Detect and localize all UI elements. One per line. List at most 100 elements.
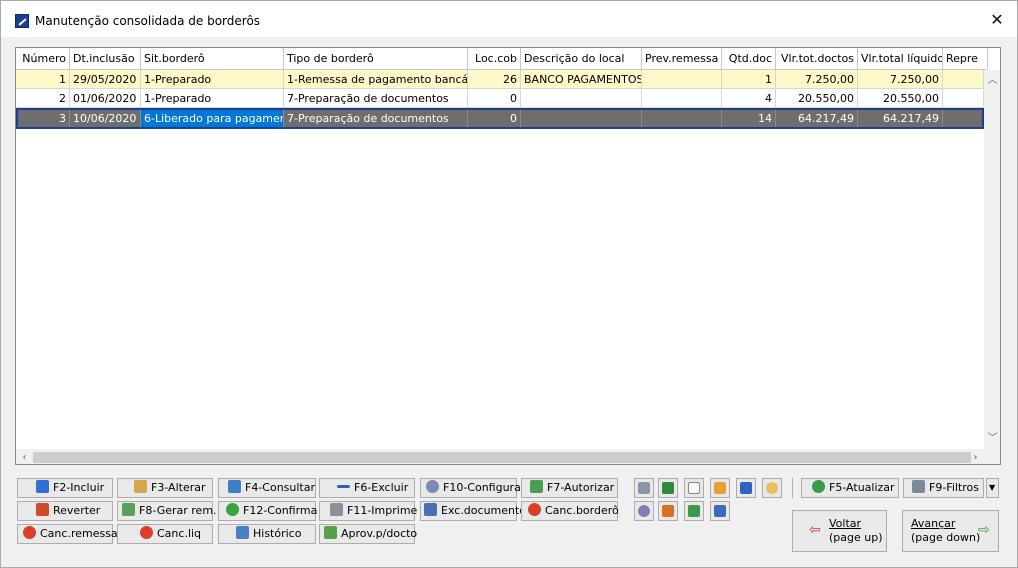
users-icon-button[interactable] <box>658 501 678 521</box>
cell-loc: 0 <box>468 109 521 128</box>
filtros-dropdown-button[interactable]: ▼ <box>986 478 999 498</box>
cancel-icon <box>140 526 153 539</box>
cell-prev <box>642 89 722 108</box>
table-row[interactable]: 2 01/06/2020 1-Preparado 7-Preparação de… <box>16 89 986 108</box>
col-prev-remessa[interactable]: Prev.remessa <box>642 48 722 70</box>
filtros-button[interactable]: F9-Filtros <box>903 478 984 498</box>
col-vlr-total-liquido[interactable]: Vlr.total líquido <box>858 48 943 70</box>
cell-qtd: 1 <box>722 70 776 89</box>
minus-icon <box>337 485 350 488</box>
reverter-button[interactable]: Reverter <box>17 501 113 521</box>
autorizar-button[interactable]: F7-Autorizar <box>521 478 618 498</box>
scroll-up-icon[interactable]: ︿ <box>984 72 1000 89</box>
col-loc-cob[interactable]: Loc.cob <box>468 48 521 70</box>
canc-bordero-button[interactable]: Canc.borderô <box>521 501 619 521</box>
settings-icon-button[interactable] <box>634 501 654 521</box>
cell-vlr-tot: 7.250,00 <box>776 70 858 89</box>
alterar-button[interactable]: F3-Alterar <box>117 478 213 498</box>
voltar-text: Voltar <box>829 517 862 530</box>
folder-icon-button[interactable] <box>710 478 730 498</box>
generate-remittance-icon <box>122 503 135 516</box>
cell-qtd: 4 <box>722 89 776 108</box>
scroll-right-icon[interactable]: › <box>967 449 984 464</box>
vertical-scrollbar[interactable]: ︿ ﹀ <box>984 70 1000 449</box>
aprov-docto-button[interactable]: Aprov.p/docto <box>319 524 417 544</box>
horizontal-scrollbar[interactable]: ‹ › <box>16 449 984 464</box>
col-dt-inclusao[interactable]: Dt.inclusão <box>70 48 141 70</box>
col-repre[interactable]: Repre <box>943 48 988 70</box>
cell-numero: 3 <box>16 109 70 128</box>
configura-button[interactable]: F10-Configura <box>420 478 521 498</box>
bordero-grid[interactable]: Número Dt.inclusão Sit.borderô Tipo de b… <box>15 47 1001 465</box>
col-sit-bordero[interactable]: Sit.borderô <box>141 48 284 70</box>
exc-documento-button[interactable]: Exc.documento <box>420 501 526 521</box>
col-qtd-doc[interactable]: Qtd.doc <box>722 48 776 70</box>
cell-sit-focused[interactable]: 6-Liberado para pagamento <box>141 109 284 128</box>
palette-icon-button[interactable] <box>762 478 782 498</box>
close-button[interactable]: ✕ <box>985 9 1009 31</box>
cell-desc <box>521 89 642 108</box>
cell-tipo: 7-Preparação de documentos <box>284 89 468 108</box>
folder-icon <box>714 482 726 494</box>
sort-icon <box>740 482 752 494</box>
refresh-icon <box>812 480 825 493</box>
col-numero[interactable]: Número <box>16 48 70 70</box>
table-row[interactable]: 1 29/05/2020 1-Preparado 1-Remessa de pa… <box>16 70 986 89</box>
canc-remessa-button[interactable]: Canc.remessa <box>17 524 118 544</box>
cell-dt: 01/06/2020 <box>70 89 141 108</box>
sort-icon-button[interactable] <box>736 478 756 498</box>
col-descricao-local[interactable]: Descrição do local <box>521 48 642 70</box>
download-icon <box>688 505 700 517</box>
confirma-button[interactable]: F12-Confirma <box>218 501 317 521</box>
download-icon-button[interactable] <box>684 501 704 521</box>
cell-repre <box>943 89 984 108</box>
cell-repre <box>943 70 984 89</box>
excel-icon <box>662 482 674 494</box>
cell-vlr-tot: 20.550,00 <box>776 89 858 108</box>
cell-desc <box>521 109 642 128</box>
document-icon <box>688 482 700 494</box>
approve-doc-icon <box>324 526 337 539</box>
scroll-down-icon[interactable]: ﹀ <box>984 430 1000 447</box>
cell-dt: 29/05/2020 <box>70 70 141 89</box>
avancar-subtext: (page down) <box>911 531 981 544</box>
consultar-button[interactable]: F4-Consultar <box>218 478 316 498</box>
incluir-button[interactable]: F2-Incluir <box>17 478 113 498</box>
glasses-icon <box>638 482 650 494</box>
view-icon-button[interactable] <box>634 478 654 498</box>
chevron-down-icon: ▼ <box>989 483 996 492</box>
col-vlr-tot-doctos[interactable]: Vlr.tot.doctos <box>776 48 858 70</box>
horizontal-scroll-thumb[interactable] <box>33 452 971 463</box>
palette-icon <box>766 482 778 494</box>
cell-vlr-liq: 7.250,00 <box>858 70 943 89</box>
excluir-button[interactable]: F6-Excluir <box>319 478 415 498</box>
cell-qtd: 14 <box>722 109 776 128</box>
voltar-label: Voltar (page up) <box>829 517 883 545</box>
avancar-button[interactable]: Avançar (page down) ⇨ <box>902 510 999 552</box>
cell-repre <box>943 109 984 128</box>
arrow-right-icon: ⇨ <box>978 522 990 538</box>
cancel-icon <box>23 526 36 539</box>
cell-vlr-liq: 64.217,49 <box>858 109 943 128</box>
checklist-icon-button[interactable] <box>710 501 730 521</box>
atualizar-button[interactable]: F5-Atualizar <box>801 478 899 498</box>
cell-vlr-liq: 20.550,00 <box>858 89 943 108</box>
col-tipo-bordero[interactable]: Tipo de borderô <box>284 48 468 70</box>
cell-vlr-tot: 64.217,49 <box>776 109 858 128</box>
imprime-button[interactable]: F11-Imprime <box>319 501 417 521</box>
historico-button[interactable]: Histórico <box>218 524 316 544</box>
voltar-button[interactable]: ⇦ Voltar (page up) <box>792 510 887 552</box>
table-row-selected[interactable]: 3 10/06/2020 6-Liberado para pagamento 7… <box>16 109 986 128</box>
excel-icon-button[interactable] <box>658 478 678 498</box>
document-icon-button[interactable] <box>684 478 704 498</box>
gear-icon <box>426 480 439 493</box>
arrow-left-doc-icon <box>424 503 437 516</box>
canc-liq-button[interactable]: Canc.liq <box>117 524 213 544</box>
avancar-text: Avançar <box>911 517 956 530</box>
cell-loc: 26 <box>468 70 521 89</box>
cell-sit: 1-Preparado <box>141 70 284 89</box>
gerar-rem-button[interactable]: F8-Gerar rem. <box>117 501 217 521</box>
scroll-left-icon[interactable]: ‹ <box>16 449 33 464</box>
printer-icon <box>330 503 343 516</box>
plus-icon <box>36 480 49 493</box>
